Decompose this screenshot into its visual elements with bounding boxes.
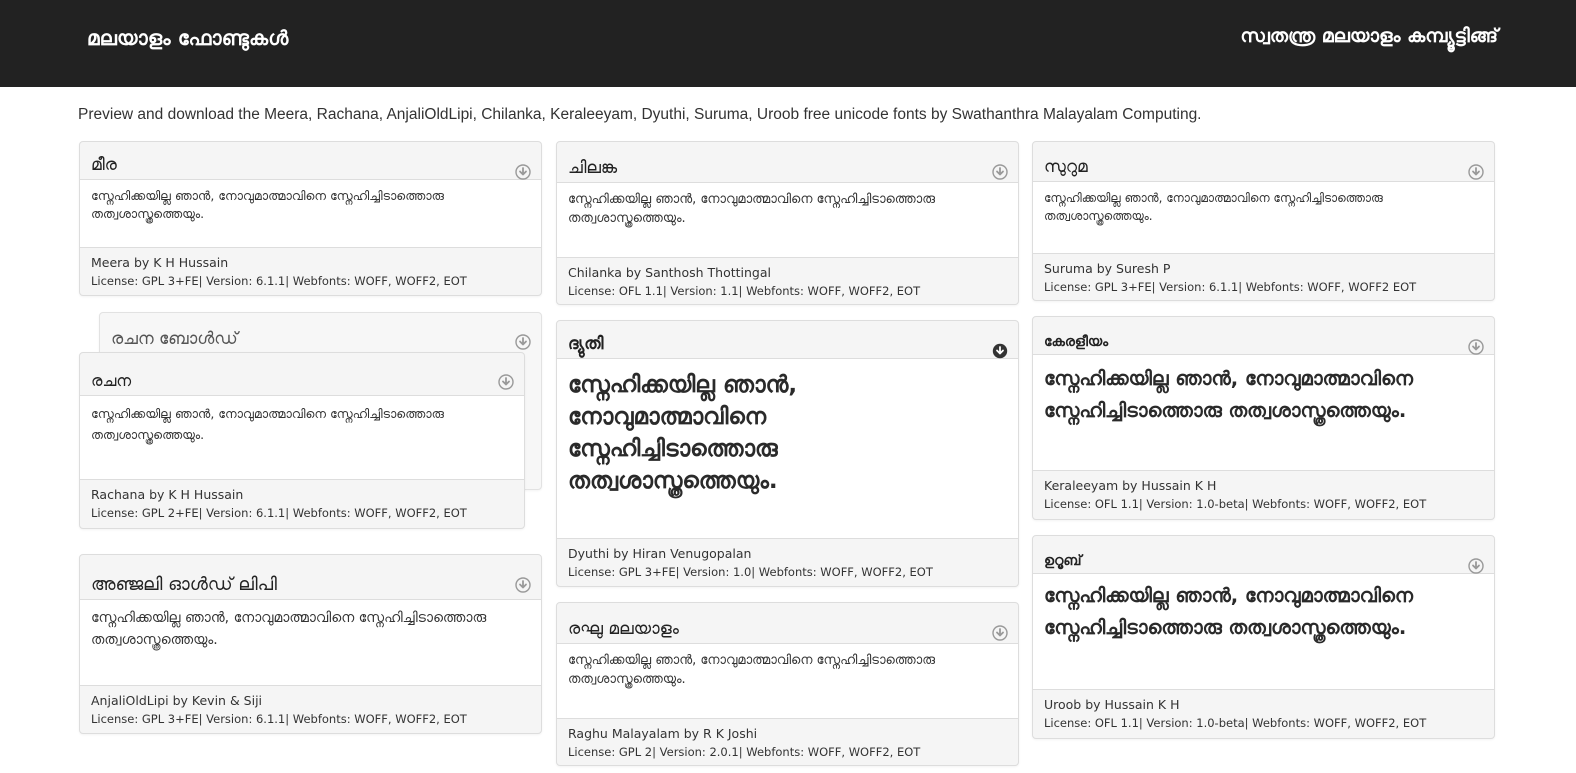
font-name: ചിലങ്ക: [568, 158, 618, 178]
font-name: രഘു മലയാളം: [568, 619, 679, 639]
top-navbar: മലയാളം ഫോണ്ടുകൾ സ്വതന്ത്ര മലയാളം കമ്പ്യൂ…: [0, 0, 1576, 87]
font-author: Meera by K H Hussain: [91, 255, 229, 270]
font-preview: സ്നേഹിക്കയില്ല ഞാൻ, നോവുമാത്മാവിനെ സ്നേഹ…: [1033, 574, 1494, 690]
font-author: Raghu Malayalam by R K Joshi: [568, 726, 758, 741]
org-title-link[interactable]: സ്വതന്ത്ര മലയാളം കമ്പ്യൂട്ടിങ്ങ്: [1240, 25, 1498, 47]
font-name: കേരളീയം: [1044, 334, 1109, 350]
font-preview: സ്നേഹിക്കയില്ല ഞാൻ, നോവുമാത്മാവിനെ സ്നേഹ…: [557, 183, 1018, 258]
download-arrow-icon[interactable]: [1468, 558, 1484, 574]
font-license: License: OFL 1.1| Version: 1.0-beta| Web…: [1044, 716, 1427, 730]
download-arrow-icon[interactable]: [992, 164, 1008, 180]
font-author: Keraleeyam by Hussain K H: [1044, 478, 1217, 493]
font-author: Dyuthi by Hiran Venugopalan: [568, 546, 752, 561]
font-card-raghu: രഘു മലയാളം സ്നേഹിക്കയില്ല ഞാൻ, നോവുമാത്മ…: [556, 602, 1019, 766]
font-name: സുറുമ: [1044, 157, 1088, 177]
font-preview: സ്നേഹിക്കയില്ല ഞാൻ, നോവുമാത്മാവിനെ സ്നേഹ…: [557, 644, 1018, 719]
font-license: License: OFL 1.1| Version: 1.0-beta| Web…: [1044, 497, 1427, 511]
download-arrow-icon[interactable]: [992, 343, 1008, 359]
font-card-meera: മീര സ്നേഹിക്കയില്ല ഞാൻ, നോവുമാത്മാവിനെ സ…: [79, 141, 542, 296]
font-license: License: GPL 3+FE| Version: 1.0| Webfont…: [568, 565, 933, 579]
font-card-uroob: ഉറൂബ് സ്നേഹിക്കയില്ല ഞാൻ, നോവുമാത്മാവിനെ…: [1032, 535, 1495, 739]
download-arrow-icon[interactable]: [1468, 164, 1484, 180]
download-arrow-icon[interactable]: [1468, 339, 1484, 355]
download-arrow-icon[interactable]: [515, 577, 531, 593]
font-name: രചന ബോൾഡ്: [111, 329, 238, 349]
font-author: Chilanka by Santhosh Thottingal: [568, 265, 772, 280]
font-card-suruma: സുറുമ സ്നേഹിക്കയില്ല ഞാൻ, നോവുമാത്മാവിനെ…: [1032, 141, 1495, 301]
font-author: AnjaliOldLipi by Kevin & Siji: [91, 693, 263, 708]
font-preview: സ്നേഹിക്കയില്ല ഞാൻ, നോവുമാത്മാവിനെ സ്നേഹ…: [80, 180, 541, 248]
download-arrow-icon[interactable]: [515, 164, 531, 180]
font-license: License: OFL 1.1| Version: 1.1| Webfonts…: [568, 284, 921, 298]
font-author: Uroob by Hussain K H: [1044, 697, 1180, 712]
font-card-rachana: രചന സ്നേഹിക്കയില്ല ഞാൻ, നോവുമാത്മാവിനെ സ…: [79, 352, 525, 529]
font-card-anjali: അഞ്ജലി ഓൾഡ് ലിപി സ്നേഹിക്കയില്ല ഞാൻ, നോവ…: [79, 554, 542, 734]
font-name: ദ്യുതി: [568, 334, 604, 354]
font-license: License: GPL 3+FE| Version: 6.1.1| Webfo…: [91, 712, 467, 726]
font-license: License: GPL 2+FE| Version: 6.1.1| Webfo…: [91, 506, 467, 520]
font-name: രചന: [91, 371, 132, 390]
download-arrow-icon[interactable]: [992, 625, 1008, 641]
font-name: അഞ്ജലി ഓൾഡ് ലിപി: [91, 574, 277, 595]
download-arrow-icon[interactable]: [498, 374, 514, 390]
font-preview: സ്നേഹിക്കയില്ല ഞാൻ, നോവുമാത്മാവിനെ സ്നേഹ…: [80, 396, 524, 480]
font-card-dyuthi: ദ്യുതി സ്നേഹിക്കയില്ല ഞാൻ, നോവുമാത്മാവിന…: [556, 320, 1019, 587]
font-preview: സ്നേഹിക്കയില്ല ഞാൻ, നോവുമാത്മാവിനെ സ്നേഹ…: [80, 600, 541, 686]
site-title[interactable]: മലയാളം ഫോണ്ടുകൾ: [87, 26, 289, 50]
font-author: Rachana by K H Hussain: [91, 487, 244, 502]
font-card-keraleeyam: കേരളീയം സ്നേഹിക്കയില്ല ഞാൻ, നോവുമാത്മാവി…: [1032, 316, 1495, 520]
font-license: License: GPL 3+FE| Version: 6.1.1| Webfo…: [91, 274, 467, 288]
font-card-chilanka: ചിലങ്ക സ്നേഹിക്കയില്ല ഞാൻ, നോവുമാത്മാവിന…: [556, 141, 1019, 305]
font-name: മീര: [91, 155, 117, 175]
font-preview: സ്നേഹിക്കയില്ല ഞാൻ, നോവുമാത്മാവിനെ സ്നേഹ…: [557, 359, 1018, 539]
font-preview: സ്നേഹിക്കയില്ല ഞാൻ, നോവുമാത്മാവിനെ സ്നേഹ…: [1033, 355, 1494, 471]
font-license: License: GPL 3+FE| Version: 6.1.1| Webfo…: [1044, 280, 1417, 294]
intro-text: Preview and download the Meera, Rachana,…: [78, 106, 1202, 123]
font-author: Suruma by Suresh P: [1044, 261, 1171, 276]
font-preview: സ്നേഹിക്കയില്ല ഞാൻ, നോവുമാത്മാവിനെ സ്നേഹ…: [1033, 182, 1494, 254]
download-arrow-icon[interactable]: [515, 334, 531, 350]
font-license: License: GPL 2| Version: 2.0.1| Webfonts…: [568, 745, 921, 759]
font-name: ഉറൂബ്: [1044, 553, 1082, 569]
